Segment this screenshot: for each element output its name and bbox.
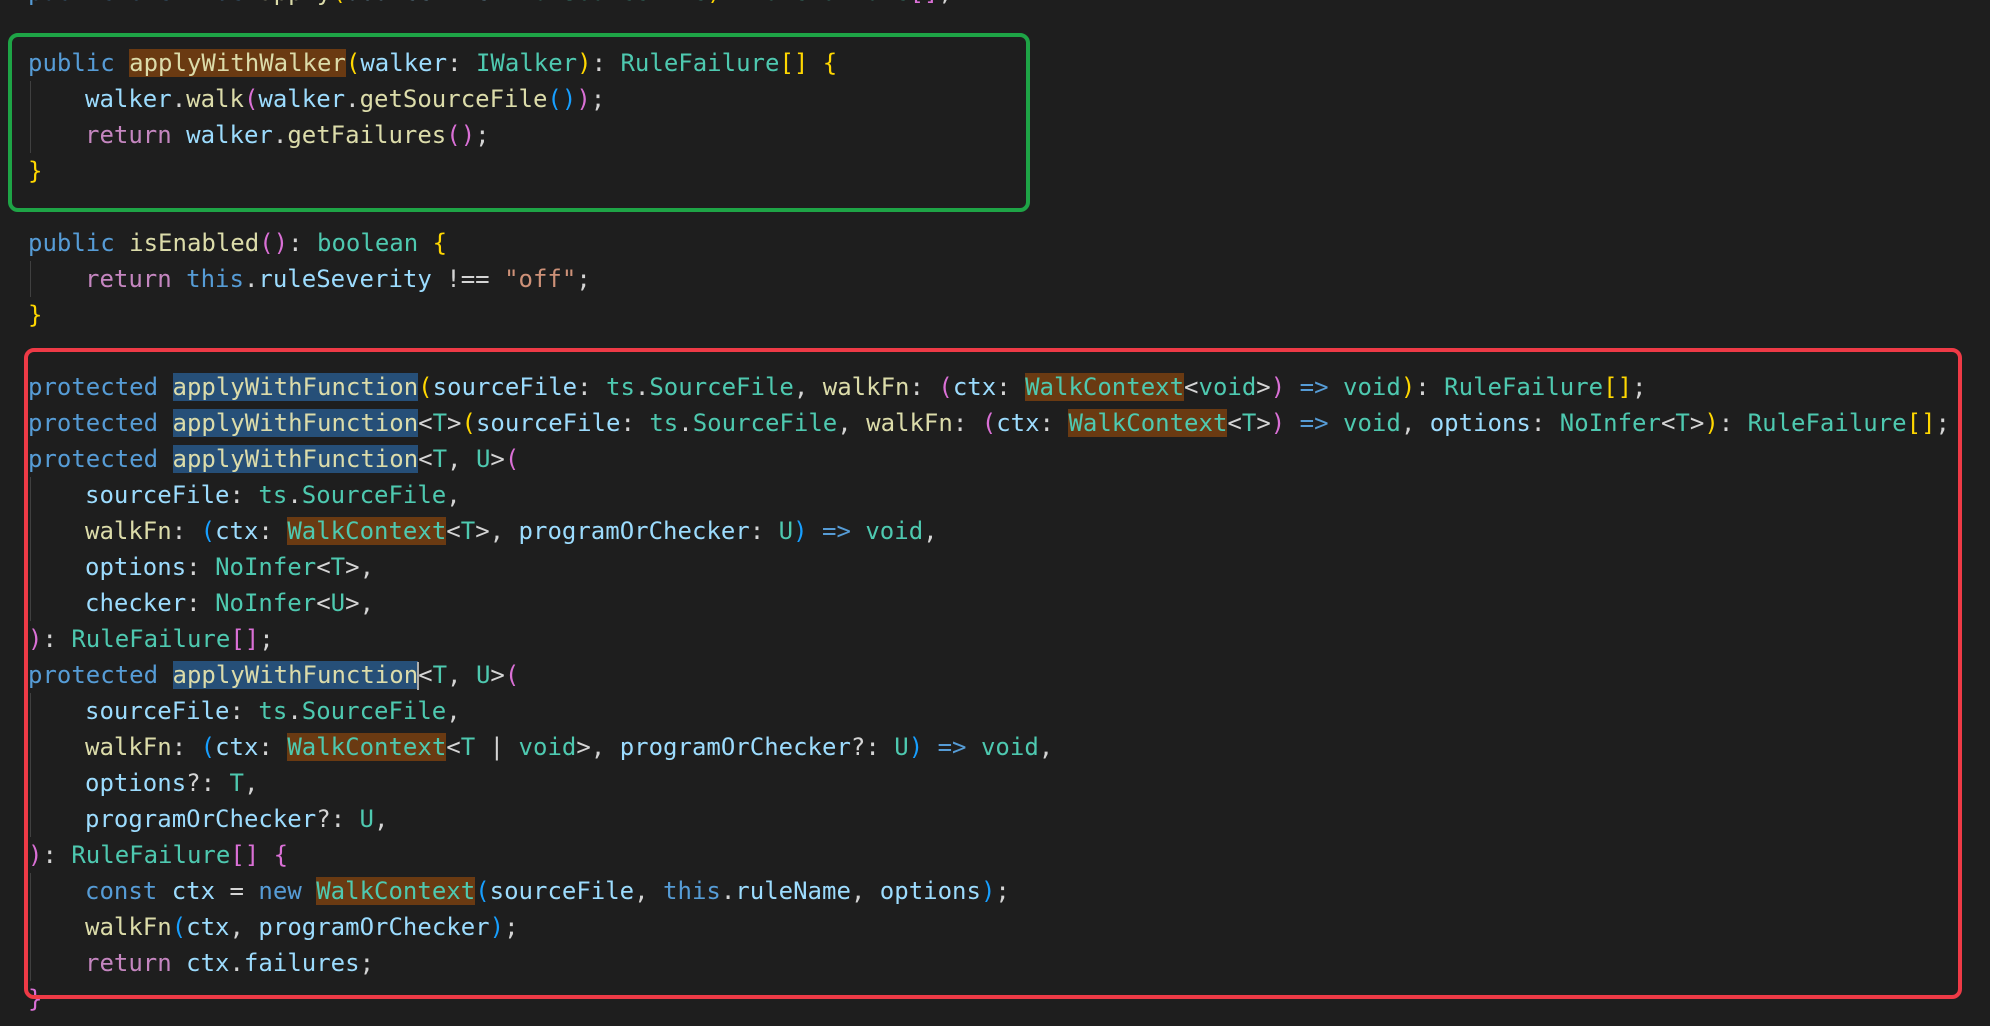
code-line-8: } — [28, 301, 43, 329]
code-line-6: public isEnabled(): boolean { — [28, 229, 448, 257]
code-line-cut: public override apply(sourceFile: ts.Sou… — [28, 0, 953, 10]
green-annotation-box — [8, 33, 1030, 212]
red-annotation-box — [24, 348, 1962, 999]
code-line-7: return this.ruleSeverity !== "off"; — [85, 265, 591, 293]
code-editor[interactable]: public override apply(sourceFile: ts.Sou… — [0, 0, 1990, 1026]
